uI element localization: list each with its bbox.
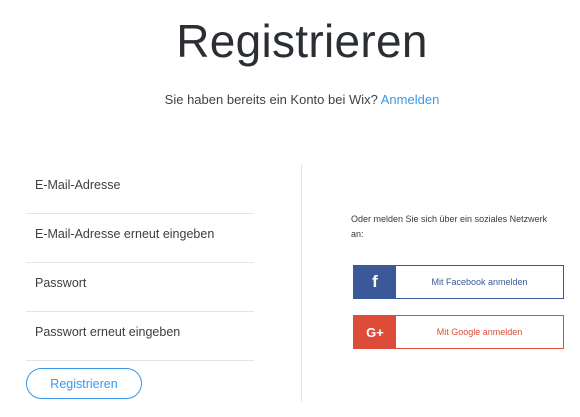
google-login-button[interactable]: G+ Mit Google anmelden [353, 315, 564, 349]
facebook-login-button[interactable]: f Mit Facebook anmelden [353, 265, 564, 299]
email-field[interactable]: E-Mail-Adresse [26, 166, 254, 214]
login-link[interactable]: Anmelden [381, 92, 440, 107]
email-field-placeholder: E-Mail-Adresse [35, 178, 121, 192]
facebook-login-label: Mit Facebook anmelden [431, 277, 528, 287]
google-login-label: Mit Google anmelden [436, 327, 523, 337]
signup-form: E-Mail-Adresse E-Mail-Adresse erneut ein… [26, 166, 254, 362]
email-confirm-field[interactable]: E-Mail-Adresse erneut eingeben [26, 215, 254, 263]
signup-page: Registrieren Sie haben bereits ein Konto… [0, 0, 580, 417]
email-confirm-field-placeholder: E-Mail-Adresse erneut eingeben [35, 227, 215, 241]
facebook-icon: f [354, 266, 396, 298]
password-confirm-field[interactable]: Passwort erneut eingeben [26, 313, 254, 361]
social-login-intro: Oder melden Sie sich über ein soziales N… [351, 214, 548, 239]
vertical-divider [301, 164, 302, 402]
password-field[interactable]: Passwort [26, 264, 254, 312]
password-confirm-field-placeholder: Passwort erneut eingeben [35, 325, 181, 339]
password-field-placeholder: Passwort [35, 276, 87, 290]
page-title: Registrieren [176, 15, 428, 67]
google-plus-icon: G+ [354, 316, 396, 348]
login-prompt-text: Sie haben bereits ein Konto bei Wix? [164, 92, 378, 107]
login-prompt: Sie haben bereits ein Konto bei Wix? Anm… [0, 92, 580, 107]
register-button[interactable]: Registrieren [26, 368, 142, 399]
